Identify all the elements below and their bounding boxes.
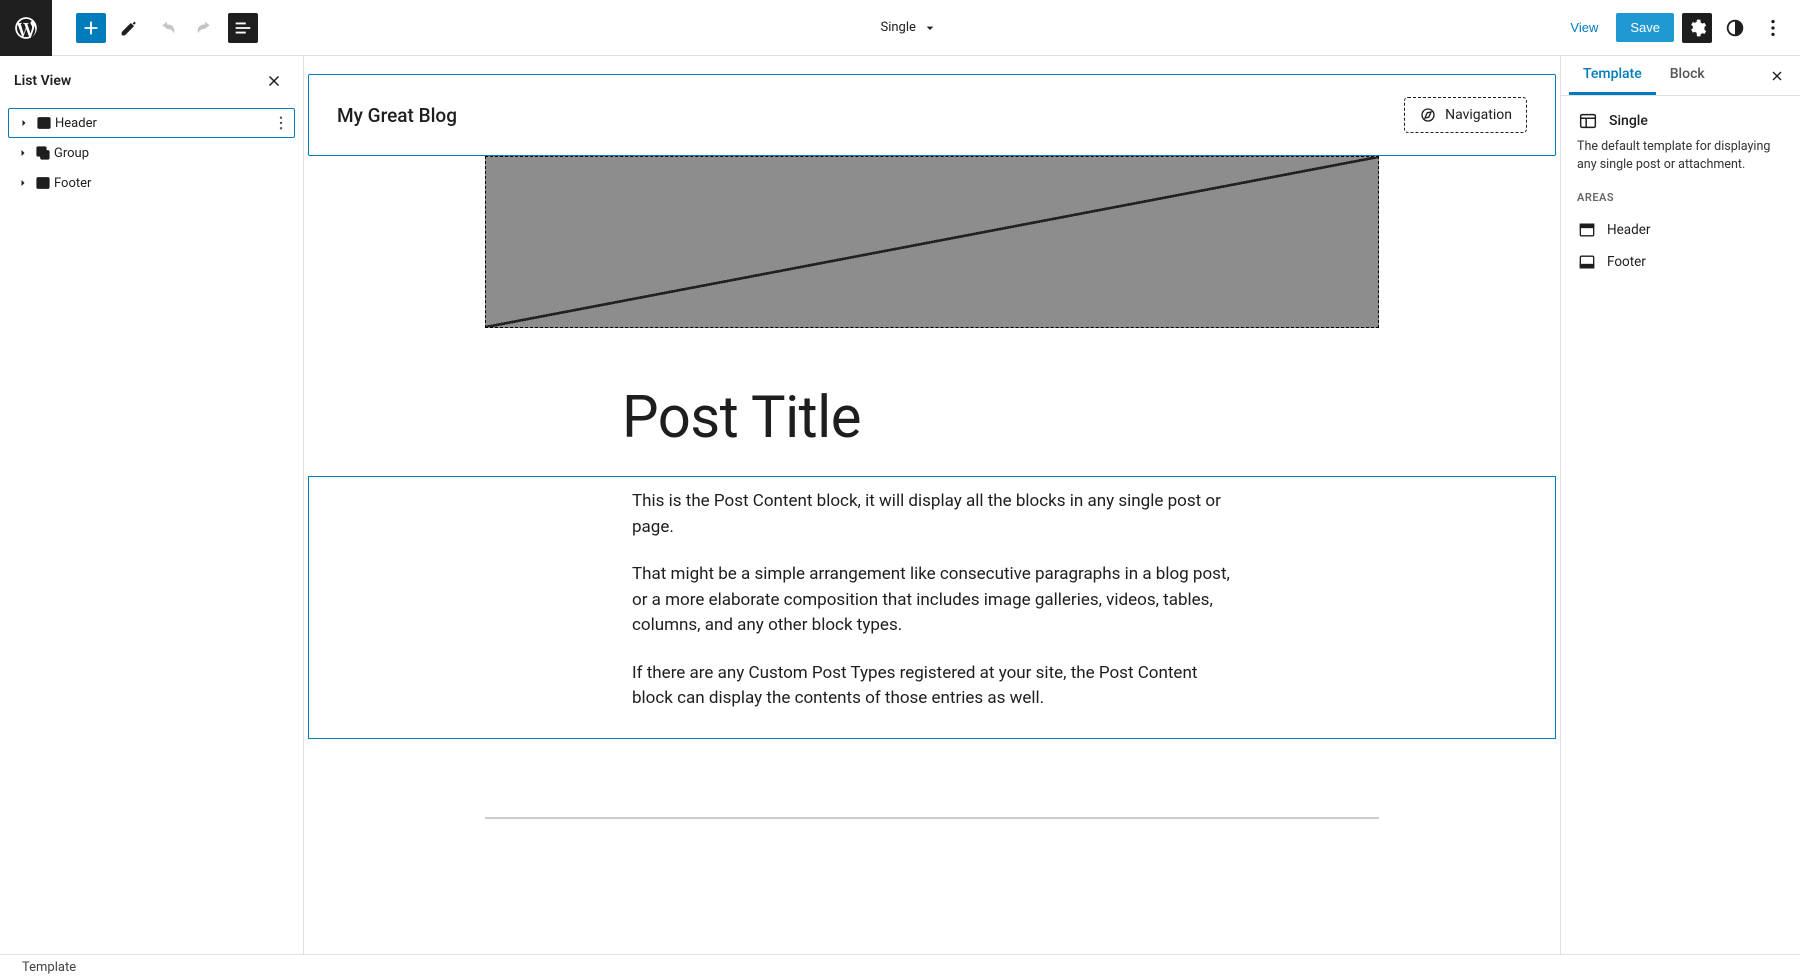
- chevron-down-icon: [922, 20, 938, 36]
- settings-button[interactable]: [1682, 13, 1712, 43]
- navigation-icon: [1419, 106, 1437, 124]
- area-label: Header: [1607, 222, 1650, 238]
- template-info: Single: [1577, 110, 1784, 132]
- template-description: The default template for displaying any …: [1577, 138, 1784, 173]
- site-title-block[interactable]: My Great Blog: [337, 104, 457, 127]
- styles-button[interactable]: [1720, 13, 1750, 43]
- undo-icon: [156, 17, 178, 39]
- listview-item-footer[interactable]: Footer: [8, 168, 295, 198]
- areas-heading: AREAS: [1577, 191, 1784, 204]
- inspector-body: Single The default template for displayi…: [1561, 96, 1800, 292]
- toolbar-left: [0, 0, 258, 56]
- wordpress-logo-button[interactable]: [0, 0, 52, 56]
- more-options-button[interactable]: [1758, 13, 1788, 43]
- view-button[interactable]: View: [1560, 14, 1608, 41]
- listview-item-label: Group: [54, 146, 89, 161]
- listview-icon: [232, 17, 254, 39]
- redo-button: [190, 13, 220, 43]
- listview-item-label: Header: [55, 116, 97, 131]
- close-icon: [1769, 68, 1785, 84]
- top-toolbar: Single View Save: [0, 0, 1800, 56]
- editor-canvas[interactable]: My Great Blog Navigation Post Title This…: [304, 56, 1560, 954]
- canvas-inner: My Great Blog Navigation Post Title This…: [306, 74, 1558, 819]
- template-name: Single: [1609, 113, 1648, 129]
- undo-button: [152, 13, 182, 43]
- gear-icon: [1687, 18, 1707, 38]
- styles-circle-icon: [1724, 17, 1746, 39]
- content-paragraph: That might be a simple arrangement like …: [632, 562, 1232, 639]
- inspector-close-button[interactable]: [1762, 61, 1792, 91]
- chevron-right-icon[interactable]: [14, 147, 32, 159]
- breadcrumb[interactable]: Template: [22, 960, 76, 975]
- pencil-icon: [118, 17, 140, 39]
- group-block-icon: [32, 144, 54, 162]
- add-block-button[interactable]: [76, 13, 106, 43]
- tab-template[interactable]: Template: [1569, 56, 1656, 95]
- listview-item-more-button[interactable]: [272, 114, 290, 132]
- plus-icon: [80, 17, 102, 39]
- listview-item-group[interactable]: Group: [8, 138, 295, 168]
- featured-image-placeholder[interactable]: [485, 156, 1379, 328]
- listview-header: List View: [0, 56, 303, 102]
- listview-tree: Header Group Footer: [0, 102, 303, 204]
- document-title[interactable]: Single: [880, 20, 937, 36]
- content-paragraph: If there are any Custom Post Types regis…: [632, 661, 1232, 712]
- featured-image-wrap: [306, 156, 1558, 328]
- template-icon: [1577, 110, 1599, 132]
- post-title-block[interactable]: Post Title: [622, 384, 1242, 452]
- tools-button[interactable]: [114, 13, 144, 43]
- area-label: Footer: [1607, 254, 1646, 270]
- listview-panel: List View Header Group Footer: [0, 56, 304, 954]
- listview-title: List View: [14, 73, 71, 89]
- header-block-icon: [33, 114, 55, 132]
- post-content-block[interactable]: This is the Post Content block, it will …: [308, 476, 1556, 739]
- chevron-right-icon[interactable]: [15, 117, 33, 129]
- navigation-label: Navigation: [1445, 107, 1512, 123]
- footer-area-icon: [1577, 252, 1597, 272]
- wordpress-icon: [13, 15, 39, 41]
- tab-block[interactable]: Block: [1656, 56, 1719, 95]
- header-area-icon: [1577, 220, 1597, 240]
- header-block[interactable]: My Great Blog Navigation: [308, 74, 1556, 156]
- content-paragraph: This is the Post Content block, it will …: [632, 489, 1232, 540]
- footer-block-icon: [32, 174, 54, 192]
- inspector-tabs: Template Block: [1561, 56, 1800, 96]
- listview-item-header[interactable]: Header: [8, 108, 295, 138]
- listview-toggle-button[interactable]: [228, 13, 258, 43]
- redo-icon: [194, 17, 216, 39]
- listview-close-button[interactable]: [259, 66, 289, 96]
- area-header[interactable]: Header: [1577, 214, 1784, 246]
- separator-block[interactable]: [485, 817, 1379, 819]
- toolbar-right: View Save: [1560, 13, 1788, 43]
- inspector-panel: Template Block Single The default templa…: [1560, 56, 1800, 954]
- save-button[interactable]: Save: [1616, 13, 1674, 42]
- chevron-right-icon[interactable]: [14, 177, 32, 189]
- document-title-label: Single: [880, 20, 915, 35]
- dots-vertical-icon: [1762, 17, 1784, 39]
- navigation-block-placeholder[interactable]: Navigation: [1404, 97, 1527, 133]
- close-icon: [265, 72, 283, 90]
- main-columns: List View Header Group Footer: [0, 56, 1800, 954]
- statusbar: Template: [0, 954, 1800, 980]
- area-footer[interactable]: Footer: [1577, 246, 1784, 278]
- listview-item-label: Footer: [54, 176, 91, 191]
